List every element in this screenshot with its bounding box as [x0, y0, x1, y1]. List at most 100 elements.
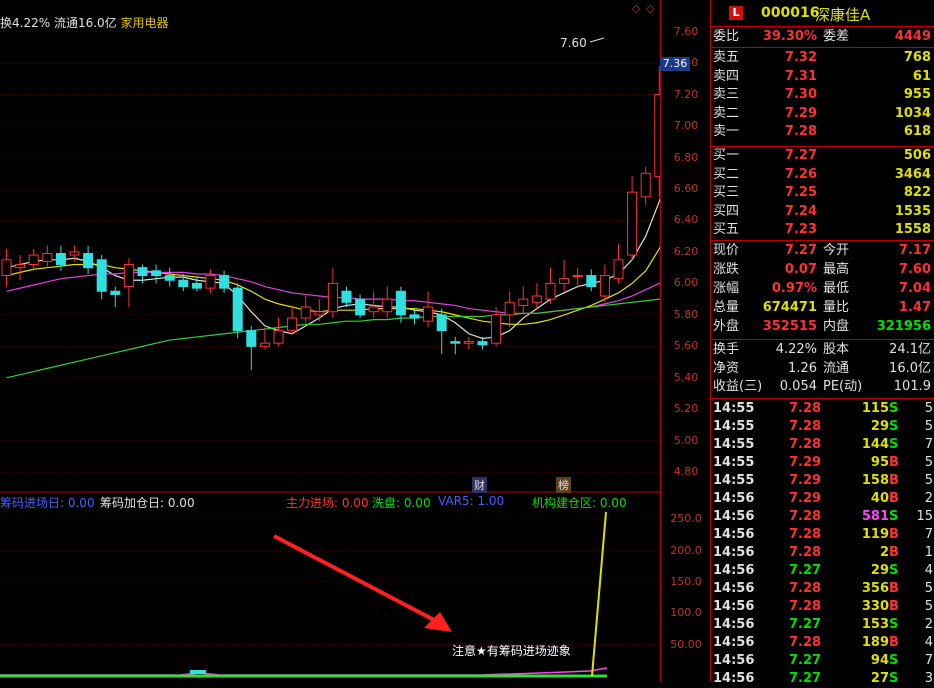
indicator-line-mag	[0, 667, 608, 676]
tick-volume: 581	[861, 509, 889, 524]
stat-label-2: 最低	[823, 281, 850, 296]
stat-value: 352515	[762, 319, 817, 334]
stat-value-2: 7.17	[898, 243, 931, 258]
candle-body	[28, 254, 39, 266]
tick-count: 5	[924, 419, 933, 434]
tick-volume: 158	[861, 473, 889, 488]
tick-time: 14:55	[713, 473, 755, 488]
bid-volume: 506	[903, 148, 931, 163]
candle-body	[572, 275, 583, 278]
candle-body	[463, 341, 474, 344]
tick-price: 7.29	[789, 473, 822, 488]
candle-body	[640, 172, 651, 198]
tick-price: 7.28	[789, 419, 822, 434]
sector-text: 家用电器	[120, 16, 169, 30]
ask-price: 7.31	[784, 68, 817, 84]
stat2-label-2: 流通	[823, 360, 850, 376]
tick-count: 4	[924, 635, 933, 650]
candle-body	[96, 259, 107, 292]
bid-row: 买五 7.23 1558	[711, 221, 934, 239]
stat-label: 涨幅	[713, 281, 740, 296]
fin-mark[interactable]: 财	[472, 477, 487, 493]
stat-value: 674471	[762, 300, 817, 315]
tick-count: 3	[924, 671, 933, 686]
tick-count: 4	[924, 563, 933, 578]
tick-row: 14:56 7.28 119 B 7	[711, 526, 934, 544]
stat-value: 0.07	[784, 262, 817, 277]
candle-body	[178, 279, 189, 288]
bid-price: 7.25	[784, 185, 817, 200]
diamond-icon[interactable]: ◇	[632, 2, 640, 15]
kline-chart[interactable]	[0, 0, 660, 682]
tick-volume: 330	[861, 599, 889, 614]
tick-volume: 29	[870, 419, 889, 434]
tick-price: 7.28	[789, 437, 822, 452]
stat2-row: 净资 1.26 流通 16.0亿	[711, 360, 934, 378]
tick-count: 5	[924, 581, 933, 596]
candle-body	[559, 278, 570, 284]
tick-time: 14:56	[713, 491, 755, 506]
bid-volume: 822	[903, 185, 931, 200]
top-list-mark[interactable]: 榜	[556, 477, 571, 493]
ask-price: 7.30	[784, 87, 817, 102]
candle-body	[1, 259, 12, 277]
tick-volume: 189	[861, 635, 889, 650]
weibi-row: 委比 39.30% 委差 4449	[711, 28, 934, 46]
tick-side: S	[889, 437, 899, 452]
stat-label-2: 今开	[823, 243, 850, 258]
tick-row: 14:56 7.28 581 S 15	[711, 508, 934, 526]
candle-body	[450, 341, 461, 344]
tick-time: 14:56	[713, 563, 755, 578]
candle-body	[504, 301, 515, 316]
weibi-label: 委比	[713, 29, 740, 44]
tick-count: 7	[924, 437, 933, 452]
stat2-value: 1.26	[788, 360, 817, 376]
ask-row: 卖二 7.29 1034	[711, 105, 934, 123]
quote-header: L 000016 深康佳A	[711, 0, 934, 27]
price-tick: 6.00	[673, 276, 699, 290]
tick-count: 7	[924, 653, 933, 668]
annotation-arrow	[273, 534, 439, 624]
price-tick: 5.20	[673, 402, 699, 416]
ask-label: 卖二	[713, 105, 740, 121]
stat-row: 涨跌 0.07 最高 7.60	[711, 261, 934, 279]
candle-body	[137, 267, 148, 277]
tick-row: 14:55 7.28 29 S 5	[711, 418, 934, 436]
indicator-tick: 100.0	[670, 606, 702, 620]
price-tick: 5.40	[673, 370, 699, 384]
tick-time: 14:55	[713, 419, 755, 434]
candle-body	[123, 264, 134, 288]
ask-volume: 1034	[894, 105, 931, 121]
tick-time: 14:56	[713, 635, 755, 650]
diamond-icon-2[interactable]: ◇	[646, 2, 654, 15]
bid-volume: 3464	[894, 166, 931, 182]
tick-price: 7.28	[789, 581, 822, 596]
stat2-value-2: 16.0亿	[889, 360, 931, 376]
tick-row: 14:56 7.28 189 B 4	[711, 634, 934, 652]
stat-value-2: 1.47	[898, 300, 931, 315]
stat-label: 总量	[713, 300, 740, 315]
indicator-label: 筹码加仓日: 0.00	[100, 496, 195, 510]
turnover-text: 换4.22%	[0, 16, 51, 30]
tick-side: B	[889, 581, 899, 596]
stat2-label-2: PE(动)	[823, 379, 863, 394]
tick-side: S	[889, 671, 899, 686]
tick-side: B	[889, 599, 899, 614]
indicator-tick: 150.0	[670, 575, 702, 589]
candle-body	[191, 282, 202, 289]
candle-body	[395, 290, 406, 316]
tick-price: 7.27	[789, 671, 822, 686]
tick-volume: 356	[861, 581, 889, 596]
indicator-tick: 50.00	[670, 637, 702, 651]
tick-row: 14:56 7.27 94 S 7	[711, 652, 934, 670]
candle-body	[110, 290, 121, 295]
tick-price: 7.28	[789, 635, 822, 650]
tick-price: 7.28	[789, 527, 822, 542]
tick-side: B	[889, 491, 899, 506]
candle-body	[69, 251, 80, 256]
ask-row: 卖一 7.28 618	[711, 123, 934, 141]
ask-price: 7.29	[784, 105, 817, 121]
weibi-value: 39.30%	[762, 29, 817, 44]
stat2-label: 净资	[713, 360, 740, 376]
kline-chart-area[interactable]: 换4.22% 流通16.0亿 家用电器 ◇ ◇ 7.60 财 榜 筹码进场日: …	[0, 0, 660, 682]
